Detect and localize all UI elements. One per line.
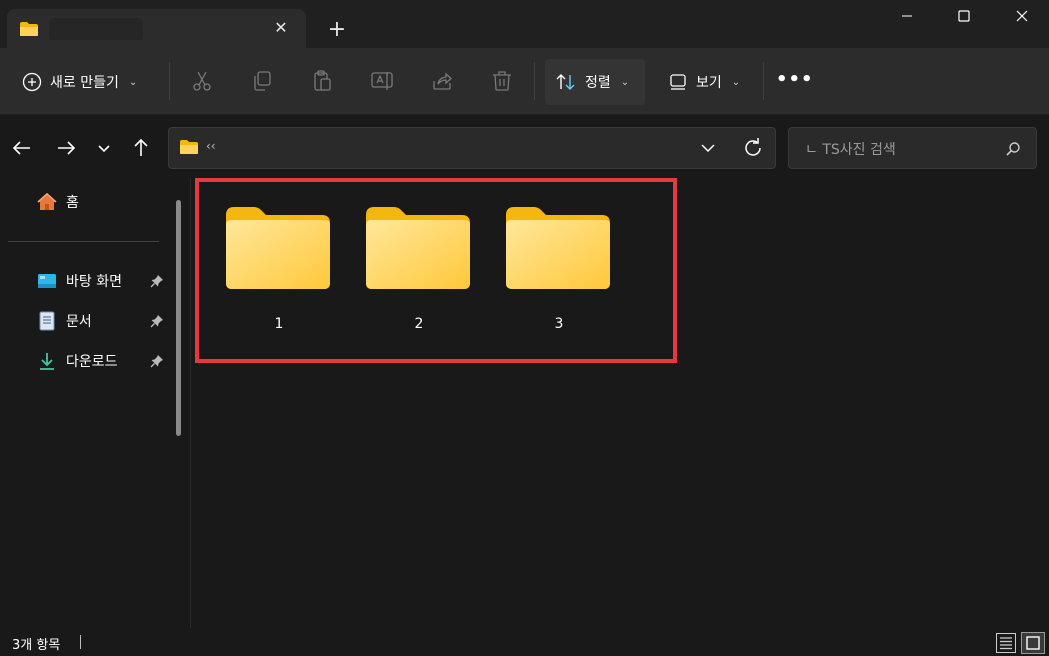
sidebar-item-label: 다운로드 (66, 354, 118, 370)
cut-icon[interactable] (190, 69, 214, 93)
sidebar-item-label: 바탕 화면 (66, 274, 122, 290)
sidebar-scrollbar[interactable] (176, 200, 181, 436)
sidebar-item-label: 문서 (66, 314, 92, 330)
search-icon[interactable] (1004, 140, 1022, 162)
home-icon (37, 192, 57, 210)
maximize-icon[interactable] (941, 0, 987, 32)
view-button[interactable]: 보기 ⌄ (658, 59, 750, 105)
rename-icon[interactable] (370, 69, 394, 93)
sort-icon (556, 74, 575, 90)
sidebar-item-home[interactable]: 홈 (36, 188, 170, 216)
toolbar-divider (169, 62, 170, 100)
desktop-icon (38, 274, 56, 288)
pin-icon[interactable] (150, 274, 164, 292)
view-button-label: 보기 (696, 75, 722, 91)
pin-icon[interactable] (150, 354, 164, 372)
plus-circle-icon (22, 72, 42, 92)
more-options-icon[interactable]: ••• (776, 70, 813, 94)
folder-name: 3 (554, 316, 564, 332)
folder-icon (19, 21, 39, 41)
new-button[interactable]: 새로 만들기 ⌄ (12, 59, 147, 105)
sidebar-item-documents[interactable]: 문서 (36, 307, 170, 335)
status-divider (80, 635, 81, 649)
toolbar-divider (763, 62, 764, 100)
sort-button-label: 정렬 (585, 75, 611, 91)
copy-icon[interactable] (250, 69, 274, 93)
close-icon[interactable]: ✕ (269, 16, 293, 40)
status-bar: 3개 항목 (0, 628, 1049, 656)
sort-button[interactable]: 정렬 ⌄ (545, 59, 645, 105)
plus-icon[interactable]: + (322, 16, 352, 44)
large-icons-view-icon[interactable] (1021, 632, 1045, 654)
command-bar: 새로 만들기 ⌄ 정렬 ⌄ 보기 ⌄ ••• (0, 48, 1049, 115)
breadcrumb-overflow[interactable]: ‹‹ (206, 139, 216, 153)
download-icon (40, 353, 54, 370)
pane-divider (190, 178, 191, 628)
recent-locations-button[interactable] (92, 128, 116, 168)
paste-icon[interactable] (310, 69, 334, 93)
folder-item[interactable]: 1 (224, 203, 334, 343)
address-bar[interactable]: ‹‹ (168, 127, 776, 169)
details-view-icon[interactable] (995, 632, 1017, 654)
forward-button[interactable] (52, 128, 82, 168)
chevron-down-icon: ⌄ (620, 76, 630, 88)
view-icon (670, 74, 686, 90)
sidebar-item-desktop[interactable]: 바탕 화면 (36, 267, 170, 295)
chevron-down-icon[interactable] (697, 137, 719, 163)
documents-icon (39, 311, 55, 331)
folder-name: 2 (414, 316, 424, 332)
tab-title (49, 18, 143, 40)
navigation-pane: 홈 바탕 화면 문서 다운로드 (0, 178, 176, 628)
sidebar-item-label: 홈 (66, 195, 79, 211)
refresh-icon[interactable] (741, 136, 765, 164)
title-bar: ✕ + (0, 0, 1049, 48)
folder-icon (226, 207, 330, 289)
folder-icon (179, 139, 199, 159)
folder-icon (506, 207, 610, 289)
sidebar-item-downloads[interactable]: 다운로드 (36, 347, 170, 375)
new-button-label: 새로 만들기 (50, 75, 119, 91)
search-box[interactable]: ㄴ TS사진 검색 (788, 127, 1037, 169)
delete-icon[interactable] (490, 69, 514, 93)
minimize-icon[interactable] (884, 0, 930, 32)
sidebar-divider (8, 241, 159, 242)
chevron-down-icon: ⌄ (731, 76, 741, 88)
folder-item[interactable]: 2 (364, 203, 474, 343)
share-icon[interactable] (430, 69, 454, 93)
back-button[interactable] (8, 128, 38, 168)
toolbar-divider (534, 62, 535, 100)
folder-icon (366, 207, 470, 289)
item-count: 3개 항목 (12, 638, 61, 653)
folder-item[interactable]: 3 (504, 203, 614, 343)
explorer-tab[interactable]: ✕ (7, 9, 306, 48)
search-placeholder[interactable]: ㄴ TS사진 검색 (805, 139, 896, 159)
pin-icon[interactable] (150, 314, 164, 332)
chevron-down-icon: ⌄ (128, 76, 138, 88)
close-window-icon[interactable] (999, 0, 1045, 32)
up-button[interactable] (126, 128, 156, 168)
folder-name: 1 (274, 316, 284, 332)
